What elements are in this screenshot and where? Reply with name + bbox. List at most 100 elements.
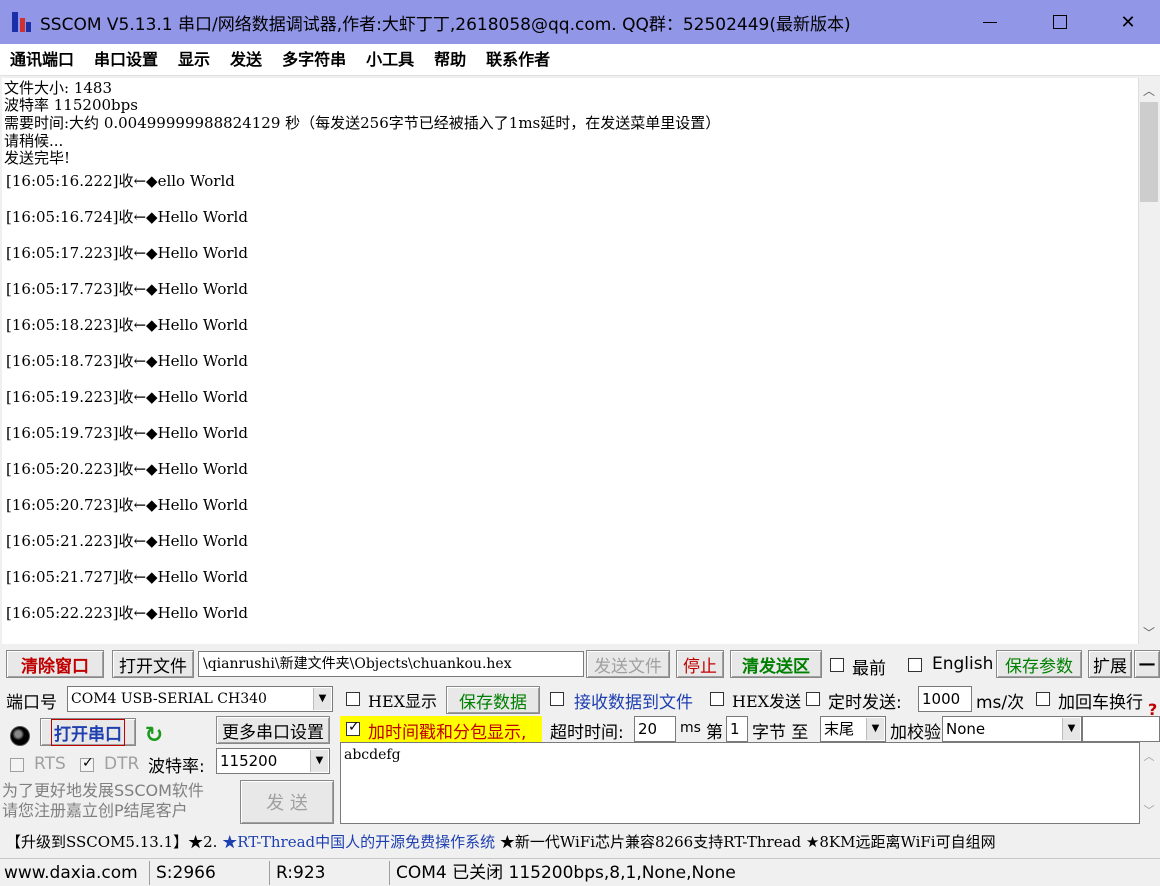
menu-item-send[interactable]: 发送 — [220, 44, 272, 76]
clear-send-button[interactable]: 清发送区 — [730, 650, 822, 678]
refresh-icon[interactable]: ↻ — [142, 722, 166, 748]
menu-item-multi-string[interactable]: 多字符串 — [272, 44, 356, 76]
menu-item-contact[interactable]: 联系作者 — [476, 44, 560, 76]
checksum-value: None — [946, 720, 986, 738]
menu-item-port[interactable]: 通讯端口 — [0, 44, 84, 76]
log-line: [16:05:16.724]收←◆Hello World — [6, 208, 248, 226]
log-line: [16:05:22.223]收←◆Hello World — [6, 604, 248, 622]
status-port-state: COM4 已关闭 115200bps,8,1,None,None — [396, 863, 736, 883]
open-port-button[interactable]: 打开串口 — [40, 718, 136, 746]
status-sent: S:2966 — [152, 861, 270, 885]
clear-window-button[interactable]: 清除窗口 — [6, 650, 104, 678]
open-file-button[interactable]: 打开文件 — [112, 650, 194, 678]
timeout-input[interactable]: 20 — [634, 716, 676, 742]
log-line: [16:05:21.727]收←◆Hello World — [6, 568, 248, 586]
promo-line: 请您注册嘉立创P结尾客户 — [2, 801, 188, 820]
info-line: 请稍候... — [4, 132, 64, 150]
english-label: English — [932, 654, 994, 674]
end-select[interactable]: 末尾 ▼ — [820, 716, 886, 742]
save-data-button[interactable]: 保存数据 — [446, 686, 540, 714]
scroll-up-icon[interactable]: ︿ — [1139, 80, 1159, 100]
info-line: 需要时间:大约 0.00499999988824129 秒（每发送256字节已经… — [4, 114, 721, 132]
end-value: 末尾 — [824, 720, 855, 738]
recv-to-file-checkbox[interactable] — [550, 692, 564, 706]
hex-send-checkbox[interactable] — [710, 692, 724, 706]
expand-button[interactable]: 扩展 — [1088, 650, 1132, 678]
scroll-up-icon[interactable]: ︿ — [1140, 748, 1158, 764]
send-button[interactable]: 发 送 — [240, 780, 334, 824]
nth-label: 第 — [706, 723, 723, 743]
maximize-button[interactable] — [1025, 0, 1095, 44]
scroll-thumb[interactable] — [1140, 102, 1158, 202]
title-bar: SSCOM V5.13.1 串口/网络数据调试器,作者:大虾丁丁,2618058… — [0, 0, 1160, 44]
hex-display-checkbox[interactable] — [346, 692, 360, 706]
log-line: [16:05:18.723]收←◆Hello World — [6, 352, 248, 370]
interval-input[interactable]: 1000 — [918, 686, 972, 712]
timed-send-label: 定时发送: — [828, 693, 902, 713]
close-button[interactable]: ✕ — [1093, 0, 1160, 44]
send-input[interactable]: abcdefg — [340, 742, 1140, 824]
log-line: [16:05:16.222]收←◆ello World — [6, 172, 235, 190]
scroll-down-icon[interactable]: ﹀ — [1139, 622, 1159, 642]
dtr-checkbox[interactable] — [80, 755, 94, 772]
baud-label: 波特率: — [148, 757, 205, 777]
info-line: 文件大小: 1483 — [4, 79, 112, 97]
file-path-input[interactable]: \qianrushi\新建文件夹\Objects\chuankou.hex — [198, 651, 584, 677]
promo-line: 为了更好地发展SSCOM软件 — [2, 781, 204, 800]
window-title: SSCOM V5.13.1 串口/网络数据调试器,作者:大虾丁丁,2618058… — [40, 14, 851, 35]
checksum-select[interactable]: None ▼ — [942, 716, 1082, 742]
menu-item-help[interactable]: 帮助 — [424, 44, 476, 76]
chevron-down-icon: ▼ — [866, 718, 884, 740]
log-line: [16:05:20.223]收←◆Hello World — [6, 460, 248, 478]
menu-item-serial-settings[interactable]: 串口设置 — [84, 44, 168, 76]
topmost-label: 最前 — [852, 659, 886, 679]
status-site[interactable]: www.daxia.com — [0, 861, 150, 885]
timestamp-checkbox[interactable] — [346, 719, 360, 736]
send-file-button[interactable]: 发送文件 — [586, 650, 670, 678]
receive-area[interactable]: 文件大小: 1483 波特率 115200bps 需要时间:大约 0.00499… — [2, 78, 1138, 644]
scroll-down-icon[interactable]: ﹀ — [1140, 802, 1158, 818]
chevron-down-icon: ▼ — [1062, 718, 1080, 740]
add-crlf-label: 加回车换行 — [1058, 693, 1143, 713]
info-line: 波特率 115200bps — [4, 96, 138, 114]
save-params-button[interactable]: 保存参数 — [996, 650, 1082, 678]
stop-button[interactable]: 停止 — [676, 650, 724, 678]
log-line: [16:05:21.223]收←◆Hello World — [6, 532, 248, 550]
app-icon — [10, 10, 34, 34]
timed-send-checkbox[interactable] — [806, 692, 820, 706]
hex-send-label: HEX发送 — [732, 692, 802, 711]
checksum-extra-field[interactable] — [1082, 716, 1160, 742]
log-line: [16:05:20.723]收←◆Hello World — [6, 496, 248, 514]
nth-input[interactable]: 1 — [726, 716, 748, 742]
log-line: [16:05:18.223]收←◆Hello World — [6, 316, 248, 334]
log-line: [16:05:19.723]收←◆Hello World — [6, 424, 248, 442]
menu-item-tools[interactable]: 小工具 — [356, 44, 424, 76]
marquee-part-1: 【升级到SSCOM5.13.1】★2. — [6, 833, 223, 851]
promo-text-2[interactable]: 请您注册嘉立创P结尾客户 — [2, 800, 232, 821]
rts-label: RTS — [34, 754, 66, 774]
port-select[interactable]: COM4 USB-SERIAL CH340 ▼ — [67, 686, 333, 712]
send-scrollbar[interactable]: ︿ ﹀ — [1140, 742, 1158, 824]
promo-text[interactable]: 为了更好地发展SSCOM软件 — [2, 780, 232, 801]
more-settings-button[interactable]: 更多串口设置 — [216, 716, 330, 744]
timeout-unit: ms — [680, 720, 701, 736]
recv-to-file-label: 接收数据到文件 — [574, 693, 693, 713]
collapse-button[interactable]: — — [1134, 650, 1160, 678]
marquee-link-rtthread[interactable]: ★RT-Thread中国人的开源免费操作系统 — [222, 833, 495, 851]
byte-label: 字节 至 — [752, 723, 809, 743]
status-bar: www.daxia.com S:2966 R:923 COM4 已关闭 1152… — [0, 858, 1160, 886]
file-toolbar: 清除窗口 打开文件 \qianrushi\新建文件夹\Objects\chuan… — [0, 646, 1160, 684]
add-crlf-checkbox[interactable] — [1036, 692, 1050, 706]
english-checkbox[interactable] — [908, 658, 922, 672]
checksum-label: 加校验 — [890, 723, 941, 743]
status-received: R:923 — [272, 861, 390, 885]
minimize-button[interactable] — [955, 0, 1025, 44]
baud-select[interactable]: 115200 ▼ — [216, 748, 330, 774]
receive-scrollbar[interactable]: ︿ ﹀ — [1138, 78, 1158, 644]
topmost-checkbox[interactable] — [830, 658, 844, 672]
promo-marquee[interactable]: 【升级到SSCOM5.13.1】★2. ★RT-Thread中国人的开源免费操作… — [0, 828, 1160, 856]
rts-checkbox[interactable] — [10, 758, 24, 772]
menu-item-display[interactable]: 显示 — [168, 44, 220, 76]
baud-value: 115200 — [220, 752, 278, 770]
hex-display-label: HEX显示 — [368, 692, 438, 711]
